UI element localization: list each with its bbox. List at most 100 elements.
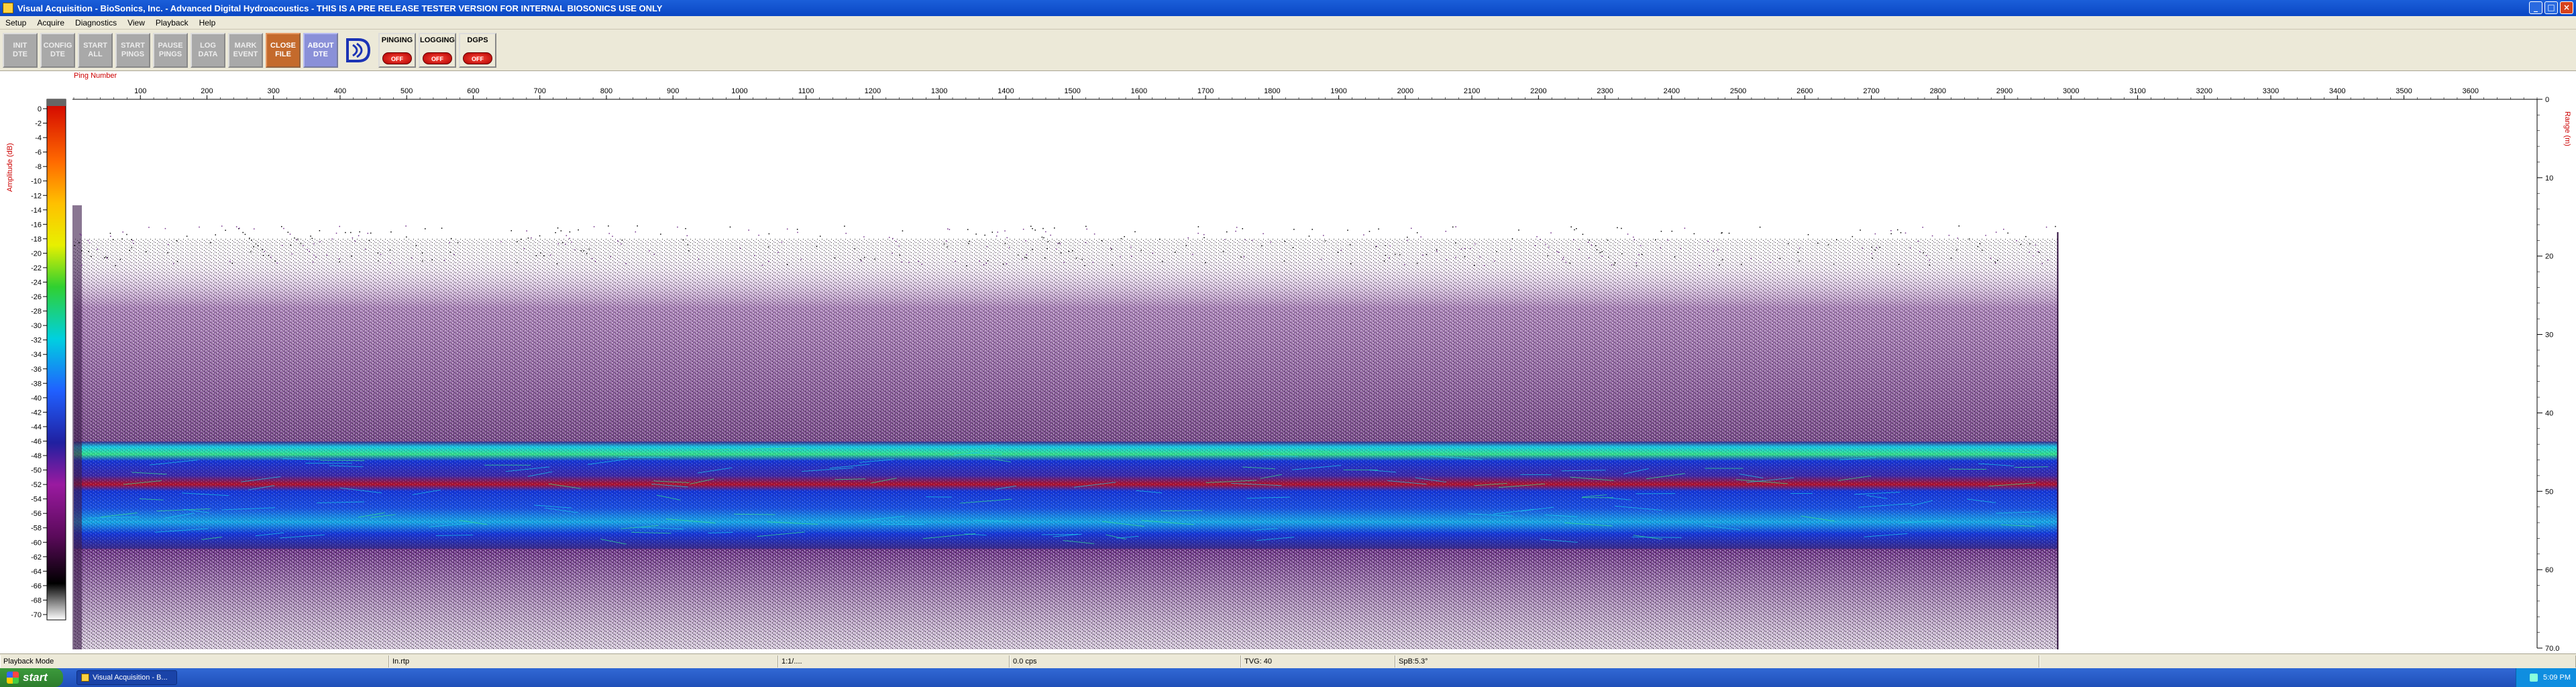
menu-playback[interactable]: Playback bbox=[150, 18, 194, 28]
scatter-dot bbox=[1054, 227, 1055, 229]
scatter-dot bbox=[1640, 245, 1642, 246]
dgps-toggle[interactable]: DGPS OFF bbox=[459, 32, 496, 68]
scatter-dot bbox=[895, 241, 897, 242]
scatter-dot bbox=[539, 235, 541, 237]
scatter-dot bbox=[370, 232, 372, 234]
echogram-svg[interactable]: Amplitude (dB) Range (m) Ping Number 0 -2… bbox=[0, 71, 2576, 653]
scatter-dot bbox=[173, 263, 174, 264]
window-controls: _ □ × bbox=[2529, 1, 2573, 14]
scatter-dot bbox=[1595, 245, 1597, 247]
scatter-dot bbox=[1948, 235, 1950, 236]
scatter-dot bbox=[966, 265, 967, 266]
scatter-dot bbox=[176, 260, 178, 262]
scatter-dot bbox=[1721, 232, 1722, 234]
amplitude-tick-label: -14 bbox=[31, 207, 42, 215]
scatter-dot bbox=[1990, 257, 1992, 259]
scatter-dot bbox=[511, 230, 512, 231]
ping-tick-label: 3300 bbox=[2263, 87, 2279, 95]
init-dte-button[interactable]: INIT DTE bbox=[3, 32, 38, 68]
scatter-dot bbox=[1030, 225, 1032, 227]
scatter-dot bbox=[1599, 252, 1601, 254]
scatter-dot bbox=[1240, 256, 1242, 258]
scatter-dot bbox=[845, 233, 847, 234]
ping-tick-label: 1500 bbox=[1064, 87, 1080, 95]
scatter-dot bbox=[1904, 232, 1907, 234]
scatter-dot bbox=[1152, 252, 1153, 254]
scatter-dot bbox=[380, 254, 382, 255]
scatter-dot bbox=[1770, 262, 1772, 264]
minimize-button[interactable]: _ bbox=[2529, 1, 2542, 14]
logging-toggle[interactable]: LOGGING OFF bbox=[419, 32, 456, 68]
maximize-button[interactable]: □ bbox=[2544, 1, 2558, 14]
config-dte-button[interactable]: CONFIG DTE bbox=[40, 32, 75, 68]
scatter-dot bbox=[1063, 262, 1065, 263]
pause-pings-button[interactable]: PAUSE PINGS bbox=[153, 32, 188, 68]
scatter-dot bbox=[1347, 229, 1348, 231]
scatter-dot bbox=[1376, 246, 1377, 247]
scatter-dot bbox=[229, 260, 231, 262]
mark-event-button[interactable]: MARK EVENT bbox=[228, 32, 263, 68]
scatter-dot bbox=[685, 227, 686, 229]
scatter-dot bbox=[1283, 260, 1285, 262]
scatter-dot bbox=[1641, 254, 1643, 255]
start-all-button[interactable]: START ALL bbox=[78, 32, 113, 68]
range-tick-label: 50 bbox=[2545, 488, 2553, 496]
scatter-dot bbox=[520, 238, 522, 240]
close-button[interactable]: × bbox=[2560, 1, 2573, 14]
start-pings-button[interactable]: START PINGS bbox=[115, 32, 150, 68]
title-bar[interactable]: Visual Acquisition - BioSonics, Inc. - A… bbox=[0, 0, 2576, 16]
scatter-dot bbox=[255, 243, 257, 245]
menu-setup[interactable]: Setup bbox=[0, 18, 32, 28]
scatter-dot bbox=[425, 228, 426, 229]
scatter-dot bbox=[1601, 256, 1603, 257]
start-button[interactable]: start bbox=[0, 668, 63, 687]
amplitude-tick-label: -50 bbox=[31, 467, 42, 475]
menu-diagnostics[interactable]: Diagnostics bbox=[70, 18, 122, 28]
scatter-dot bbox=[131, 239, 132, 240]
scatter-dot bbox=[1368, 231, 1371, 232]
scatter-dot bbox=[390, 231, 392, 233]
scatter-dot bbox=[1484, 265, 1485, 266]
scatter-dot bbox=[88, 250, 89, 252]
scatter-dot bbox=[1909, 247, 1911, 249]
scatter-dot bbox=[81, 264, 83, 266]
scatter-dot bbox=[1131, 256, 1132, 257]
status-empty bbox=[2039, 655, 2576, 668]
ping-tick-label: 1300 bbox=[931, 87, 947, 95]
scatter-dot bbox=[1159, 238, 1161, 240]
scatter-dot bbox=[1570, 226, 1572, 227]
scatter-dot bbox=[421, 252, 423, 254]
scatter-dot bbox=[1721, 259, 1723, 261]
pinging-toggle[interactable]: PINGING OFF bbox=[378, 32, 416, 68]
menu-view[interactable]: View bbox=[122, 18, 150, 28]
menu-help[interactable]: Help bbox=[194, 18, 221, 28]
ping-tick-label: 3400 bbox=[2329, 87, 2345, 95]
ping-tick-label: 300 bbox=[268, 87, 280, 95]
close-file-button[interactable]: CLOSE FILE bbox=[266, 32, 301, 68]
scatter-dot bbox=[1719, 264, 1720, 266]
tray-network-icon[interactable] bbox=[2530, 674, 2538, 682]
log-data-button[interactable]: LOG DATA bbox=[191, 32, 225, 68]
scatter-dot bbox=[1034, 229, 1036, 231]
amplitude-tick-label: -64 bbox=[31, 568, 42, 576]
scatter-dot bbox=[290, 244, 292, 246]
ping-tick-label: 1800 bbox=[1264, 87, 1280, 95]
ping-tick-label: 3100 bbox=[2129, 87, 2145, 95]
scatter-dot bbox=[1410, 227, 1412, 229]
colorbar-cap bbox=[47, 99, 66, 106]
clock: 5:09 PM bbox=[2543, 674, 2571, 682]
scatter-dot bbox=[109, 232, 111, 234]
ping-tick-label: 2100 bbox=[1464, 87, 1480, 95]
about-dte-button[interactable]: ABOUT DTE bbox=[303, 32, 338, 68]
menu-acquire[interactable]: Acquire bbox=[32, 18, 70, 28]
scatter-dot bbox=[302, 245, 304, 246]
scatter-dot bbox=[1464, 248, 1466, 250]
taskbar-item-visual-acquisition[interactable]: Visual Acquisition - B... bbox=[76, 670, 177, 685]
scatter-dot bbox=[1426, 254, 1428, 255]
scatter-dot bbox=[943, 243, 945, 245]
scatter-dot bbox=[949, 229, 951, 230]
echogram-display[interactable]: Amplitude (dB) Range (m) Ping Number 0 -2… bbox=[0, 71, 2576, 653]
scatter-dot bbox=[987, 260, 989, 262]
scatter-dot bbox=[1404, 264, 1405, 266]
scatter-dot bbox=[315, 256, 317, 258]
